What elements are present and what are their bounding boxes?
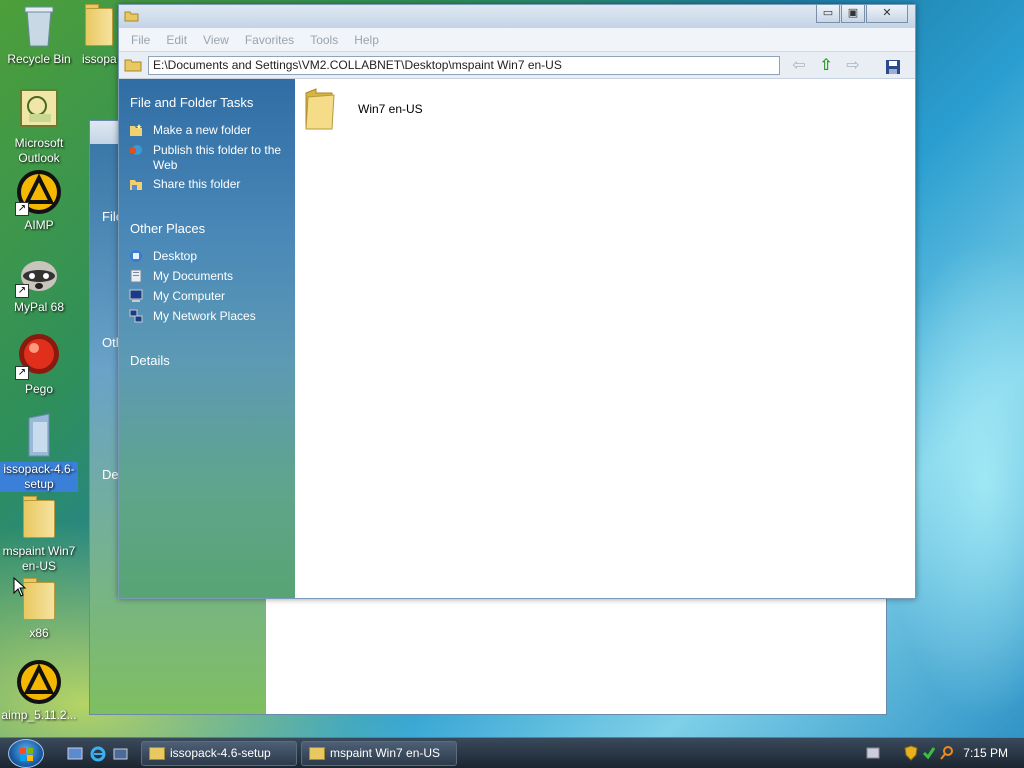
menu-bar: File Edit View Favorites Tools Help bbox=[119, 28, 915, 52]
menu-edit[interactable]: Edit bbox=[166, 33, 187, 47]
pego-icon: ↗ bbox=[15, 332, 63, 380]
taskbar-clock[interactable]: 7:15 PM bbox=[963, 746, 1008, 760]
maximize-button[interactable]: ▣ bbox=[841, 5, 865, 23]
share-folder-icon bbox=[130, 180, 142, 190]
desktop-icon-label: aimp_5.11.2... bbox=[1, 708, 77, 722]
security-shield-icon[interactable] bbox=[904, 745, 918, 761]
back-window-snippet: De bbox=[102, 467, 119, 482]
desktop-icon-recycle-bin[interactable]: Recycle Bin bbox=[0, 2, 78, 67]
place-desktop[interactable]: Desktop bbox=[153, 249, 283, 264]
installer-folder-icon bbox=[15, 412, 63, 460]
outlook-icon bbox=[15, 86, 63, 134]
recycle-bin-icon bbox=[15, 2, 63, 50]
task-share-folder[interactable]: Share this folder bbox=[153, 177, 283, 192]
system-tray: 7:15 PM bbox=[865, 738, 1024, 768]
place-my-documents[interactable]: My Documents bbox=[153, 269, 283, 284]
new-folder-icon bbox=[130, 124, 142, 136]
file-folder-tasks-heading[interactable]: File and Folder Tasks bbox=[119, 95, 253, 110]
desktop-icon-label: Recycle Bin bbox=[7, 52, 71, 66]
network-places-icon bbox=[129, 309, 143, 323]
task-publish-folder-web[interactable]: Publish this folder to the Web bbox=[153, 143, 283, 173]
details-heading[interactable]: Details bbox=[119, 353, 170, 368]
up-arrow-icon[interactable]: ⇧ bbox=[816, 56, 836, 76]
save-icon[interactable] bbox=[885, 59, 901, 75]
desktop-icon-issopack-folder[interactable]: issopa bbox=[78, 2, 118, 67]
desktop-icon-label: AIMP bbox=[24, 218, 54, 232]
folder-icon bbox=[15, 494, 63, 542]
show-desktop-icon[interactable] bbox=[67, 746, 83, 762]
shortcut-arrow-icon: ↗ bbox=[15, 366, 29, 380]
desktop-icon-label: x86 bbox=[29, 626, 49, 640]
aimp-setup-icon bbox=[15, 658, 63, 706]
address-input[interactable]: E:\Documents and Settings\VM2.COLLABNET\… bbox=[148, 56, 780, 75]
taskbar-button-issopack[interactable]: issopack-4.6-setup bbox=[141, 741, 297, 766]
network-check-icon[interactable] bbox=[922, 745, 936, 761]
raccoon-icon: ↗ bbox=[15, 250, 63, 298]
task-pane: File and Folder Tasks Make a new folder … bbox=[119, 79, 295, 598]
desktop-icon-label: MyPal 68 bbox=[13, 300, 65, 314]
shortcut-arrow-icon: ↗ bbox=[15, 202, 29, 216]
internet-explorer-icon[interactable] bbox=[90, 746, 106, 762]
minimize-button[interactable]: ▭ bbox=[816, 5, 840, 23]
folder-icon bbox=[309, 747, 325, 760]
windows-logo-icon bbox=[20, 748, 33, 761]
menu-help[interactable]: Help bbox=[354, 33, 379, 47]
folder-icon bbox=[124, 11, 139, 22]
desktop-icon-label: issopa bbox=[82, 52, 117, 66]
desktop-icon-issopack[interactable]: issopack-4.6-setup bbox=[0, 412, 78, 492]
desktop-icon-label: mspaint Win7 en-US bbox=[2, 544, 76, 573]
close-button[interactable]: ✕ bbox=[866, 5, 908, 23]
folder-name: Win7 en-US bbox=[358, 102, 423, 116]
my-documents-icon bbox=[130, 269, 142, 283]
desktop-icon-x86[interactable]: x86 bbox=[0, 576, 78, 641]
desktop-icon bbox=[130, 250, 142, 262]
forward-arrow-icon[interactable]: ⇨ bbox=[843, 56, 863, 76]
menu-favorites[interactable]: Favorites bbox=[245, 33, 294, 47]
file-list-area[interactable]: Win7 en-US bbox=[296, 79, 915, 598]
address-bar: E:\Documents and Settings\VM2.COLLABNET\… bbox=[119, 52, 915, 79]
folder-icon bbox=[149, 747, 165, 760]
desktop-icon-aimp[interactable]: ↗ AIMP bbox=[0, 168, 78, 233]
desktop-icon-pego[interactable]: ↗ Pego bbox=[0, 332, 78, 397]
taskbar-button-label: mspaint Win7 en-US bbox=[330, 746, 441, 760]
folder-icon bbox=[124, 59, 142, 72]
menu-tools[interactable]: Tools bbox=[310, 33, 338, 47]
aimp-icon: ↗ bbox=[15, 168, 63, 216]
folder-item[interactable]: Win7 en-US bbox=[302, 87, 423, 131]
desktop-icon-label: issopack-4.6-setup bbox=[0, 462, 78, 492]
search-tray-icon[interactable] bbox=[940, 745, 954, 761]
taskbar-button-mspaint[interactable]: mspaint Win7 en-US bbox=[301, 741, 457, 766]
taskbar: issopack-4.6-setup mspaint Win7 en-US 7:… bbox=[0, 737, 1024, 768]
taskbar-button-label: issopack-4.6-setup bbox=[170, 746, 271, 760]
mouse-cursor-icon bbox=[13, 577, 27, 597]
desktop-icon-mypal[interactable]: ↗ MyPal 68 bbox=[0, 250, 78, 315]
place-my-computer[interactable]: My Computer bbox=[153, 289, 283, 304]
task-make-new-folder[interactable]: Make a new folder bbox=[153, 123, 283, 138]
desktop-icon-outlook[interactable]: Microsoft Outlook bbox=[0, 86, 78, 166]
desktop-icon-aimp-setup[interactable]: aimp_5.11.2... bbox=[0, 658, 78, 723]
folder-icon bbox=[305, 88, 335, 130]
shortcut-arrow-icon: ↗ bbox=[15, 284, 29, 298]
menu-view[interactable]: View bbox=[203, 33, 229, 47]
desktop-icon-label: Pego bbox=[24, 382, 54, 396]
desktop-icon-mspaint-folder[interactable]: mspaint Win7 en-US bbox=[0, 494, 78, 574]
window-titlebar[interactable]: ▭ ▣ ✕ bbox=[119, 5, 915, 28]
desktop-icon-label: Microsoft Outlook bbox=[14, 136, 64, 165]
other-places-heading[interactable]: Other Places bbox=[119, 221, 205, 236]
place-my-network-places[interactable]: My Network Places bbox=[153, 309, 283, 324]
explorer-window[interactable]: ▭ ▣ ✕ File Edit View Favorites Tools Hel… bbox=[118, 4, 916, 599]
my-computer-icon bbox=[129, 289, 143, 302]
publish-web-icon bbox=[130, 145, 142, 155]
back-arrow-icon[interactable]: ⇦ bbox=[789, 56, 809, 76]
folder-icon bbox=[83, 2, 113, 50]
start-button[interactable] bbox=[8, 739, 44, 768]
switch-windows-icon[interactable] bbox=[113, 746, 129, 762]
keyboard-icon[interactable] bbox=[866, 744, 880, 762]
menu-file[interactable]: File bbox=[131, 33, 150, 47]
